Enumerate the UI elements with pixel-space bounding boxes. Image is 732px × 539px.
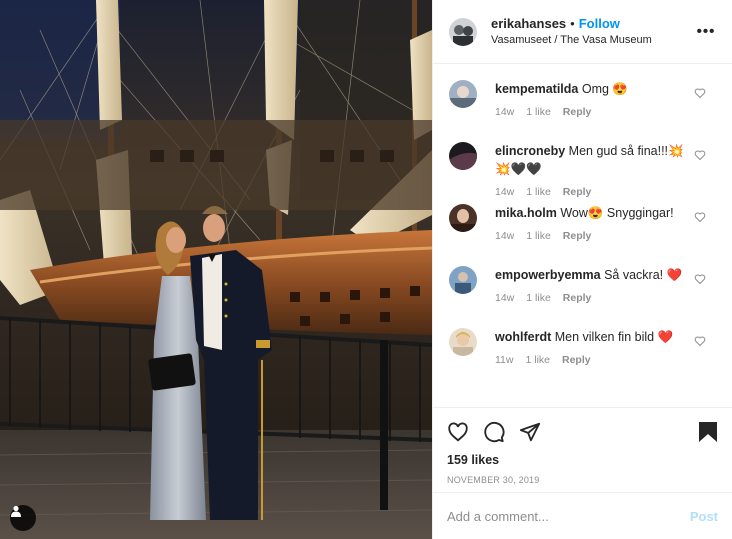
comment-reply-button[interactable]: Reply <box>562 354 591 366</box>
comment-username[interactable]: wohlferdt <box>495 330 551 344</box>
comment-reply-button[interactable]: Reply <box>563 186 592 198</box>
comment-heart-icon[interactable] <box>694 334 706 350</box>
comment-heart-icon[interactable] <box>694 272 706 288</box>
comment-age[interactable]: 14w <box>495 186 514 198</box>
comment-age[interactable]: 14w <box>495 106 514 118</box>
post-header-text: erikahanses • Follow Vasamuseet / The Va… <box>491 16 694 48</box>
post-side-panel: erikahanses • Follow Vasamuseet / The Va… <box>432 0 732 539</box>
comment-text: empowerbyemma Så vackra! ❤️ <box>495 266 692 284</box>
comment-content: Men vilken fin bild ❤️ <box>554 330 674 344</box>
comment-text: kempematilda Omg 😍 <box>495 80 692 98</box>
comment-age[interactable]: 14w <box>495 292 514 304</box>
comment-text: elincroneby Men gud så fina!!!💥💥🖤🖤 <box>495 142 692 178</box>
commenter-avatar[interactable] <box>449 80 477 108</box>
comment-likes[interactable]: 1 like <box>526 186 551 198</box>
more-options-icon[interactable]: ••• <box>694 23 718 40</box>
header-separator: • <box>570 15 575 31</box>
photo-illustration <box>0 0 432 539</box>
share-icon[interactable] <box>519 421 541 443</box>
comment-likes[interactable]: 1 like <box>526 230 551 242</box>
comment-heart-icon[interactable] <box>694 210 706 226</box>
comment-icon[interactable] <box>483 421 505 443</box>
commenter-avatar[interactable] <box>449 204 477 232</box>
comment-heart-icon[interactable] <box>694 86 706 102</box>
comment-item: kempematilda Omg 😍 14w 1 like Reply <box>433 80 732 142</box>
likes-count[interactable]: 159 likes <box>447 453 718 467</box>
author-avatar[interactable] <box>449 17 477 46</box>
comment-username[interactable]: elincroneby <box>495 144 565 158</box>
comment-item: elincroneby Men gud så fina!!!💥💥🖤🖤 14w 1… <box>433 142 732 204</box>
comment-reply-button[interactable]: Reply <box>563 106 592 118</box>
comment-content: Wow😍 Snyggingar! <box>560 206 674 220</box>
post-photo[interactable] <box>0 0 432 539</box>
comment-likes[interactable]: 1 like <box>526 106 551 118</box>
post-comment-button[interactable]: Post <box>690 509 718 524</box>
comment-item: mika.holm Wow😍 Snyggingar! 14w 1 like Re… <box>433 204 732 266</box>
add-comment-input[interactable]: Add a comment... <box>447 509 690 524</box>
bookmark-icon[interactable] <box>698 421 718 443</box>
post-date[interactable]: NOVEMBER 30, 2019 <box>447 475 718 485</box>
commenter-avatar[interactable] <box>449 266 477 294</box>
comment-username[interactable]: mika.holm <box>495 206 557 220</box>
post-actions: 159 likes NOVEMBER 30, 2019 <box>433 407 732 492</box>
post-location[interactable]: Vasamuseet / The Vasa Museum <box>491 32 694 48</box>
comment-username[interactable]: empowerbyemma <box>495 268 601 282</box>
comment-content: Omg 😍 <box>581 82 628 96</box>
comment-reply-button[interactable]: Reply <box>563 292 592 304</box>
comments-list[interactable]: kempematilda Omg 😍 14w 1 like Reply elin… <box>433 64 732 407</box>
follow-button[interactable]: Follow <box>579 16 620 32</box>
author-username[interactable]: erikahanses <box>491 16 566 32</box>
add-comment-bar: Add a comment... Post <box>433 492 732 539</box>
comment-age[interactable]: 14w <box>495 230 514 242</box>
comment-username[interactable]: kempematilda <box>495 82 578 96</box>
comment-content: Så vackra! ❤️ <box>604 268 683 282</box>
heart-icon[interactable] <box>447 421 469 443</box>
comment-item: wohlferdt Men vilken fin bild ❤️ 11w 1 l… <box>433 328 732 390</box>
commenter-avatar[interactable] <box>449 328 477 356</box>
comment-likes[interactable]: 1 like <box>525 354 550 366</box>
commenter-avatar[interactable] <box>449 142 477 170</box>
comment-age[interactable]: 11w <box>495 354 513 366</box>
post-header: erikahanses • Follow Vasamuseet / The Va… <box>433 0 732 64</box>
comment-item: empowerbyemma Så vackra! ❤️ 14w 1 like R… <box>433 266 732 328</box>
comment-text: mika.holm Wow😍 Snyggingar! <box>495 204 692 222</box>
comment-likes[interactable]: 1 like <box>526 292 551 304</box>
comment-text: wohlferdt Men vilken fin bild ❤️ <box>495 328 692 346</box>
comment-reply-button[interactable]: Reply <box>563 230 592 242</box>
comment-heart-icon[interactable] <box>694 148 706 164</box>
user-tag-button[interactable] <box>10 505 36 531</box>
